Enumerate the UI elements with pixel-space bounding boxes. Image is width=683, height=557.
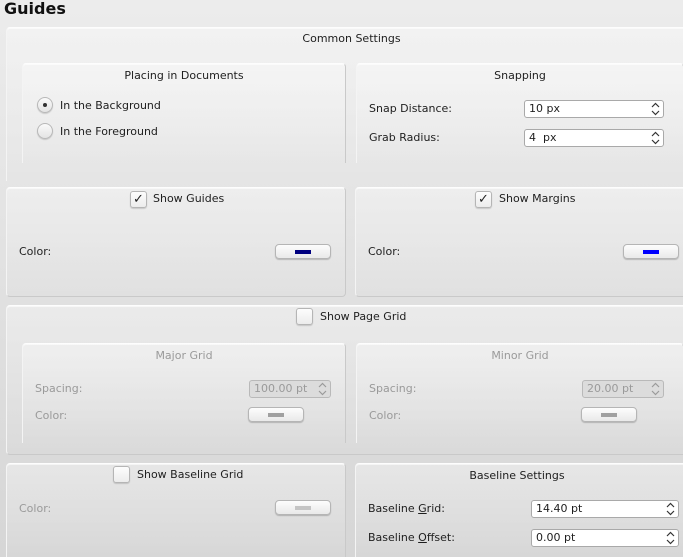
spin-arrows-icon[interactable] — [651, 102, 660, 116]
spin-arrows-icon[interactable] — [666, 531, 675, 545]
baseline-grid-spinbox[interactable]: 14.40 pt — [531, 500, 679, 518]
color-swatch — [601, 412, 617, 417]
show-margins-label[interactable]: Show Margins — [499, 192, 575, 205]
baseline-grid-group: Show Baseline Grid Color: — [6, 463, 346, 557]
grab-radius-value: 4 px — [529, 131, 557, 144]
major-spacing-label: Spacing: — [35, 382, 83, 395]
spin-arrows-icon[interactable] — [318, 382, 327, 396]
show-page-grid-label[interactable]: Show Page Grid — [320, 310, 406, 323]
baseline-settings-title: Baseline Settings — [469, 469, 565, 482]
spin-arrows-icon[interactable] — [666, 502, 675, 516]
baseline-grid-value: 14.40 pt — [536, 502, 583, 515]
snap-distance-spinbox[interactable]: 10 px — [524, 100, 664, 118]
baseline-offset-spinbox[interactable]: 0.00 pt — [531, 529, 679, 547]
common-settings-title: Common Settings — [302, 32, 401, 45]
page-title: Guides — [4, 0, 66, 18]
label-suffix: rid: — [426, 502, 445, 515]
minor-color-label: Color: — [369, 409, 402, 422]
baseline-offset-value: 0.00 pt — [536, 531, 576, 544]
label-prefix: Baseline — [368, 502, 419, 515]
grab-radius-spinbox[interactable]: 4 px — [524, 129, 664, 147]
major-grid-group: Major Grid Spacing: 100.00 pt Color: — [22, 343, 346, 443]
show-baseline-grid-label[interactable]: Show Baseline Grid — [137, 468, 243, 481]
radio-foreground-label[interactable]: In the Foreground — [60, 125, 158, 138]
snap-distance-label: Snap Distance: — [369, 102, 452, 115]
baseline-offset-label: Baseline Offset: — [368, 531, 455, 544]
show-page-grid-checkbox[interactable] — [296, 308, 313, 325]
minor-spacing-spinbox[interactable]: 20.00 pt — [582, 380, 664, 398]
radio-foreground[interactable] — [37, 123, 53, 139]
page-grid-group: Show Page Grid Major Grid Spacing: 100.0… — [6, 305, 683, 455]
grab-radius-label: Grab Radius: — [369, 131, 440, 144]
label-suffix: ffset: — [426, 531, 455, 544]
color-swatch — [268, 412, 284, 417]
minor-grid-group: Minor Grid Spacing: 20.00 pt Color: — [356, 343, 683, 443]
guides-color-label: Color: — [19, 245, 52, 258]
major-spacing-spinbox[interactable]: 100.00 pt — [249, 380, 331, 398]
common-settings-group: Common Settings Placing in Documents In … — [6, 27, 683, 181]
snap-distance-value: 10 px — [529, 102, 560, 115]
minor-grid-title: Minor Grid — [491, 349, 549, 362]
minor-color-button[interactable] — [581, 407, 637, 422]
minor-spacing-value: 20.00 pt — [587, 382, 634, 395]
major-grid-title: Major Grid — [155, 349, 213, 362]
placing-title: Placing in Documents — [124, 69, 244, 82]
major-spacing-value: 100.00 pt — [254, 382, 308, 395]
margins-color-label: Color: — [368, 245, 401, 258]
placing-group: Placing in Documents In the Background I… — [22, 63, 346, 163]
baseline-settings-group: Baseline Settings Baseline Grid: 14.40 p… — [355, 463, 683, 557]
minor-spacing-label: Spacing: — [369, 382, 417, 395]
major-color-button[interactable] — [248, 407, 304, 422]
show-guides-group: ✓ Show Guides Color: — [6, 187, 346, 297]
radio-background-label[interactable]: In the Background — [60, 99, 161, 112]
baseline-grid-label: Baseline Grid: — [368, 502, 445, 515]
snapping-group: Snapping Snap Distance: 10 px Grab Radiu… — [356, 63, 683, 163]
major-color-label: Color: — [35, 409, 68, 422]
baseline-color-button[interactable] — [275, 500, 331, 515]
radio-background[interactable] — [37, 97, 53, 113]
radio-selected-dot — [43, 103, 47, 107]
snapping-title: Snapping — [494, 69, 546, 82]
mnemonic: G — [418, 502, 427, 515]
spin-arrows-icon[interactable] — [651, 382, 660, 396]
guides-color-button[interactable] — [275, 244, 331, 259]
margins-color-button[interactable] — [623, 244, 679, 259]
show-margins-checkbox[interactable]: ✓ — [475, 191, 492, 208]
baseline-color-label: Color: — [19, 502, 52, 515]
show-margins-group: ✓ Show Margins Color: — [355, 187, 683, 297]
spin-arrows-icon[interactable] — [651, 131, 660, 145]
color-swatch — [643, 249, 659, 254]
color-swatch — [295, 505, 311, 510]
color-swatch — [295, 249, 311, 254]
mnemonic: O — [418, 531, 427, 544]
label-prefix: Baseline — [368, 531, 419, 544]
show-guides-label[interactable]: Show Guides — [153, 192, 224, 205]
show-baseline-grid-checkbox[interactable] — [113, 466, 130, 483]
show-guides-checkbox[interactable]: ✓ — [130, 191, 147, 208]
